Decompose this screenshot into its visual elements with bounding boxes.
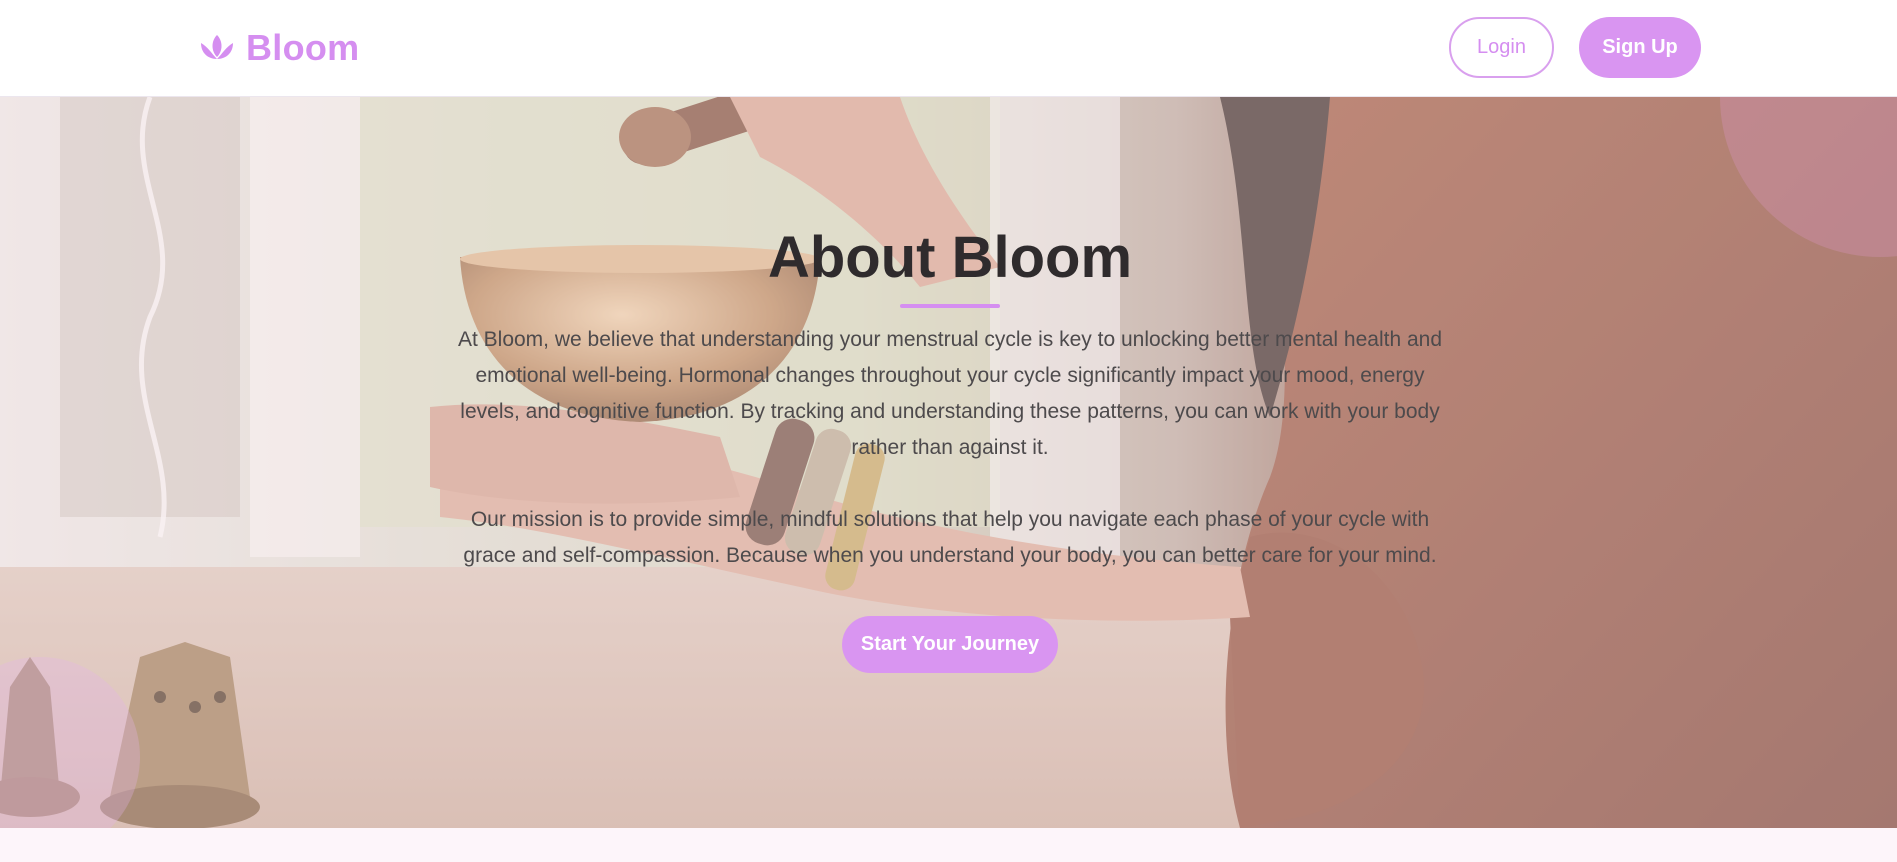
login-button[interactable]: Login [1449,17,1554,78]
page-title: About Bloom [767,225,1133,290]
lotus-icon [201,35,233,59]
mission-paragraph: Our mission is to provide simple, mindfu… [463,508,1437,567]
title-underline [900,304,1000,308]
about-paragraph: At Bloom, we believe that understanding … [457,328,1443,459]
brand-name: Bloom [246,27,360,68]
start-journey-button[interactable]: Start Your Journey [842,616,1058,673]
brand-logo[interactable]: Bloom [198,28,360,68]
hero-section: About Bloom At Bloom, we believe that un… [0,97,1897,828]
next-section-band [0,828,1897,862]
signup-button[interactable]: Sign Up [1579,17,1701,78]
hero-content: About Bloom At Bloom, we believe that un… [440,222,1460,673]
site-header: Bloom Login Sign Up [0,0,1897,97]
